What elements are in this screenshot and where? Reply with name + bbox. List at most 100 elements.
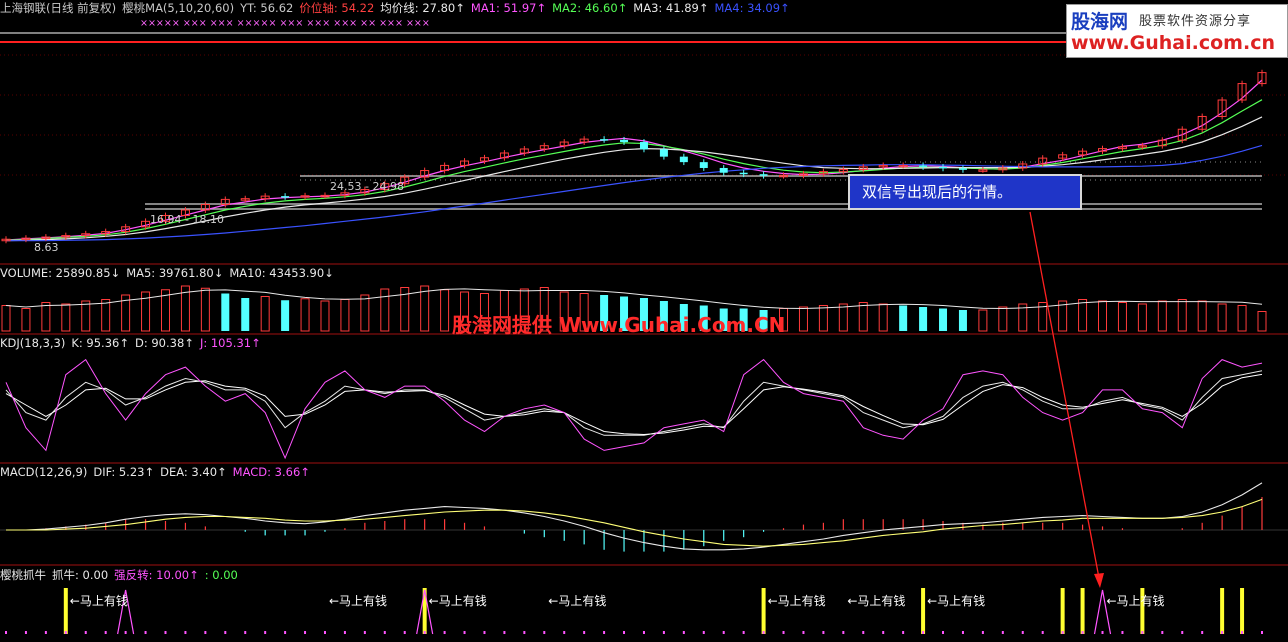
watermark-text: 股海网提供 Www.Guhai.Com.CN	[452, 313, 786, 337]
signal-tick	[164, 631, 167, 634]
signal-tick	[284, 631, 287, 634]
signal-tick	[563, 631, 566, 634]
signal-tick	[363, 631, 366, 634]
signal-tick	[24, 631, 27, 634]
signal-tick	[862, 631, 865, 634]
volume-bar	[998, 306, 1008, 332]
header-field: DIF: 5.23↑	[93, 465, 155, 479]
signal-tick	[1041, 631, 1044, 634]
signal-tick	[961, 631, 964, 634]
volume-bar	[1157, 300, 1167, 332]
signal-tick	[264, 631, 267, 634]
header-field: 价位轴: 54.22	[299, 1, 375, 15]
signal-tick	[443, 631, 446, 634]
header-field: : 0.00	[204, 568, 238, 582]
signal-tick	[503, 631, 506, 634]
price-label: 8.63	[34, 241, 59, 254]
volume-bar	[101, 299, 111, 332]
volume-bar	[300, 298, 310, 332]
header-field: VOLUME: 25890.85↓	[0, 266, 121, 280]
annotation-arrow	[1029, 211, 1100, 579]
header-field: 均价线: 27.80↑	[380, 1, 465, 15]
volume-bar	[798, 306, 808, 332]
header-field: MACD: 3.66↑	[232, 465, 310, 479]
volume-bar	[340, 299, 350, 332]
signal-tick	[583, 631, 586, 634]
signal-tick	[802, 631, 805, 634]
signal-label: ←马上有钱	[847, 593, 905, 608]
volume-bar	[61, 303, 71, 332]
signal-label: ←马上有钱	[1107, 593, 1165, 608]
annotation-callout: 双信号出现后的行情。	[848, 174, 1082, 210]
site-logo[interactable]: 股海网 股票软件资源分享 www.Guhai.com.cn	[1066, 4, 1288, 58]
signal-tick	[782, 631, 785, 634]
volume-bar	[838, 303, 848, 332]
signal-tick	[483, 631, 486, 634]
signal-tick	[603, 631, 606, 634]
header-field: YT: 56.62	[240, 1, 294, 15]
signal-label: ←马上有钱	[768, 593, 826, 608]
signal-tick	[1021, 631, 1024, 634]
signal-tick	[662, 631, 665, 634]
signal-tick	[1001, 631, 1004, 634]
signal-header: 樱桃抓牛 抓牛: 0.00 强反转: 10.00↑: 0.00	[0, 567, 238, 583]
volume-bar	[1217, 303, 1227, 332]
volume-bar	[21, 308, 31, 332]
volume-bar	[380, 288, 390, 332]
signal-bar	[1080, 588, 1085, 634]
header-field: K: 95.36↑	[71, 336, 129, 350]
logo-tagline: 股票软件资源分享	[1139, 14, 1252, 29]
header-field: MA1: 51.97↑	[470, 1, 547, 15]
volume-bar	[939, 308, 948, 331]
volume-bar	[440, 289, 450, 332]
candle-body	[958, 168, 967, 170]
header-field: MACD(12,26,9)	[0, 465, 88, 479]
signal-tick	[244, 631, 247, 634]
header-field: 抓牛: 0.00	[52, 568, 109, 582]
signal-tick	[1161, 631, 1164, 634]
volume-bar	[1137, 303, 1147, 332]
volume-header: VOLUME: 25890.85↓ MA5: 39761.80↓ MA10: 434…	[0, 265, 334, 281]
volume-bar	[221, 293, 230, 331]
candle-body	[699, 162, 708, 168]
header-field: MA4: 34.09↑	[714, 1, 790, 15]
price-header: 上海钢联(日线 前复权) 樱桃MA(5,10,20,60) YT: 56.62 价位轴…	[0, 0, 790, 16]
candle-body	[679, 156, 688, 163]
volume-bar	[81, 300, 91, 332]
signal-tick	[64, 631, 67, 634]
volume-bar	[858, 302, 868, 332]
signal-tick	[742, 631, 745, 634]
volume-bar	[1257, 311, 1267, 332]
candle-body	[620, 139, 629, 143]
signal-tick	[44, 631, 47, 634]
signal-tick	[902, 631, 905, 634]
signal-tick	[822, 631, 825, 634]
signal-tick	[1221, 631, 1224, 634]
signal-bar	[1060, 588, 1065, 634]
signal-tick	[1101, 631, 1104, 634]
volume-bar	[899, 305, 908, 331]
signal-tick	[842, 631, 845, 634]
volume-bar	[281, 300, 290, 331]
volume-bar	[1197, 300, 1207, 332]
signal-tick	[942, 631, 945, 634]
signal-tick	[702, 631, 705, 634]
volume-bar	[1177, 299, 1187, 332]
macd-line-dea	[6, 498, 1263, 547]
signal-tick	[1201, 631, 1204, 634]
signal-tick	[1081, 631, 1084, 634]
signal-tick	[882, 631, 885, 634]
signal-tick	[204, 631, 207, 634]
signal-label: ←马上有钱	[548, 593, 606, 608]
signal-tick	[1241, 631, 1244, 634]
volume-bar	[241, 298, 250, 331]
kdj-line-d	[5, 373, 1263, 436]
header-field: MA2: 46.60↑	[552, 1, 628, 15]
volume-bar	[360, 294, 370, 332]
signal-label: ←马上有钱	[927, 593, 985, 608]
signal-tick	[224, 631, 227, 634]
price-label: 24.53 - 24.98	[330, 180, 404, 193]
signal-label: ←马上有钱	[329, 593, 387, 608]
header-field: 上海钢联(日线 前复权)	[0, 1, 117, 15]
header-field: MA10: 43453.90↓	[229, 266, 334, 280]
